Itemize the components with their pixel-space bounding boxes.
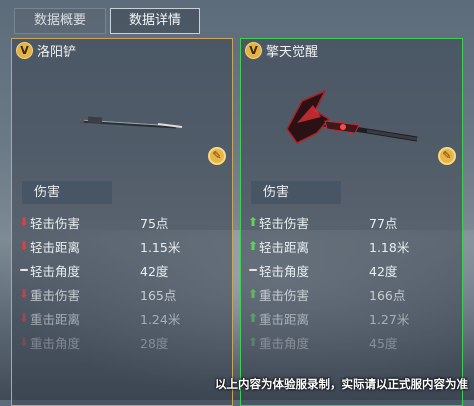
video-caption: 以上内容为体验服录制，实际请以正式服内容为准 bbox=[215, 377, 468, 391]
shovel-weapon-icon bbox=[79, 116, 183, 129]
stat-label: 重击角度 bbox=[259, 335, 310, 351]
stat-label: 轻击距离 bbox=[30, 239, 81, 255]
stat-row: ⬇ 重击角度 28度 bbox=[18, 330, 232, 354]
flashlight-icon[interactable]: ✎ bbox=[438, 147, 456, 165]
weapon-panel-left: V 洛阳铲 ✎ 伤害 ⬇ 轻击伤害 75点 ⬇ 轻击距离 1.15米 ━ 轻击角… bbox=[11, 38, 233, 406]
stat-value: 42度 bbox=[140, 263, 169, 279]
stat-value: 165点 bbox=[140, 287, 177, 303]
arrow-down-icon: ⬇ bbox=[18, 287, 30, 301]
stat-row: ⬆ 重击距离 1.27米 bbox=[247, 306, 462, 330]
arrow-up-icon: ⬆ bbox=[247, 239, 259, 253]
stat-row: ━ 轻击角度 42度 bbox=[18, 258, 232, 282]
stat-value: 1.27米 bbox=[369, 311, 410, 327]
stat-label: 轻击伤害 bbox=[259, 215, 310, 231]
unchanged-dash-icon: ━ bbox=[20, 263, 28, 277]
stat-label: 重击伤害 bbox=[30, 287, 81, 303]
unchanged-dash-icon: ━ bbox=[249, 263, 257, 277]
weapon-name: 洛阳铲 bbox=[37, 44, 77, 60]
stat-label: 重击伤害 bbox=[259, 287, 310, 303]
v-rank-icon: V bbox=[245, 41, 262, 59]
weapon-panel-right: V 擎天觉醒 ✎ 伤害 ⬆ 轻击伤害 77点 ⬆ 轻击距离 1.18米 ━ 轻击… bbox=[240, 38, 463, 406]
arrow-down-icon: ⬇ bbox=[18, 311, 30, 325]
arrow-up-icon: ⬆ bbox=[247, 311, 259, 325]
v-rank-icon: V bbox=[16, 41, 33, 59]
stat-row: ⬇ 轻击伤害 75点 bbox=[18, 210, 232, 234]
stat-value: 45度 bbox=[369, 335, 398, 351]
stat-label: 轻击角度 bbox=[259, 263, 310, 279]
section-damage-label: 伤害 bbox=[22, 181, 112, 204]
arrow-down-icon: ⬇ bbox=[18, 335, 30, 349]
panel-header: V 擎天觉醒 bbox=[241, 39, 462, 61]
flashlight-icon[interactable]: ✎ bbox=[208, 147, 226, 165]
stat-value: 42度 bbox=[369, 263, 398, 279]
stat-row: ━ 轻击角度 42度 bbox=[247, 258, 462, 282]
section-damage-label: 伤害 bbox=[251, 181, 341, 204]
stat-value: 75点 bbox=[140, 215, 169, 231]
stat-value: 1.18米 bbox=[369, 239, 410, 255]
stat-row: ⬆ 轻击距离 1.18米 bbox=[247, 234, 462, 258]
stat-value: 166点 bbox=[369, 287, 406, 303]
weapon-image-area: ✎ bbox=[18, 61, 226, 171]
weapon-image-area: ✎ bbox=[247, 61, 456, 171]
stat-label: 轻击角度 bbox=[30, 263, 81, 279]
arrow-up-icon: ⬆ bbox=[247, 287, 259, 301]
stat-row: ⬇ 轻击距离 1.15米 bbox=[18, 234, 232, 258]
tab-bar: 数据概要 数据详情 bbox=[14, 8, 200, 34]
arrow-up-icon: ⬆ bbox=[247, 215, 259, 229]
stat-value: 28度 bbox=[140, 335, 169, 351]
stat-label: 重击距离 bbox=[259, 311, 310, 327]
stat-row: ⬆ 轻击伤害 77点 bbox=[247, 210, 462, 234]
panel-header: V 洛阳铲 bbox=[12, 39, 232, 61]
weapon-name: 擎天觉醒 bbox=[266, 44, 319, 60]
stat-value: 1.24米 bbox=[140, 311, 181, 327]
arrow-up-icon: ⬆ bbox=[247, 335, 259, 349]
tab-data-overview[interactable]: 数据概要 bbox=[14, 8, 106, 34]
stat-value: 77点 bbox=[369, 215, 398, 231]
tab-data-details[interactable]: 数据详情 bbox=[110, 8, 200, 34]
stat-row: ⬆ 重击角度 45度 bbox=[247, 330, 462, 354]
stat-label: 轻击距离 bbox=[259, 239, 310, 255]
stat-row: ⬇ 重击距离 1.24米 bbox=[18, 306, 232, 330]
axe-weapon-icon bbox=[286, 89, 418, 144]
stat-value: 1.15米 bbox=[140, 239, 181, 255]
stat-label: 重击距离 bbox=[30, 311, 81, 327]
stat-label: 重击角度 bbox=[30, 335, 81, 351]
stat-row: ⬆ 重击伤害 166点 bbox=[247, 282, 462, 306]
stat-label: 轻击伤害 bbox=[30, 215, 81, 231]
arrow-down-icon: ⬇ bbox=[18, 215, 30, 229]
arrow-down-icon: ⬇ bbox=[18, 239, 30, 253]
stat-row: ⬇ 重击伤害 165点 bbox=[18, 282, 232, 306]
